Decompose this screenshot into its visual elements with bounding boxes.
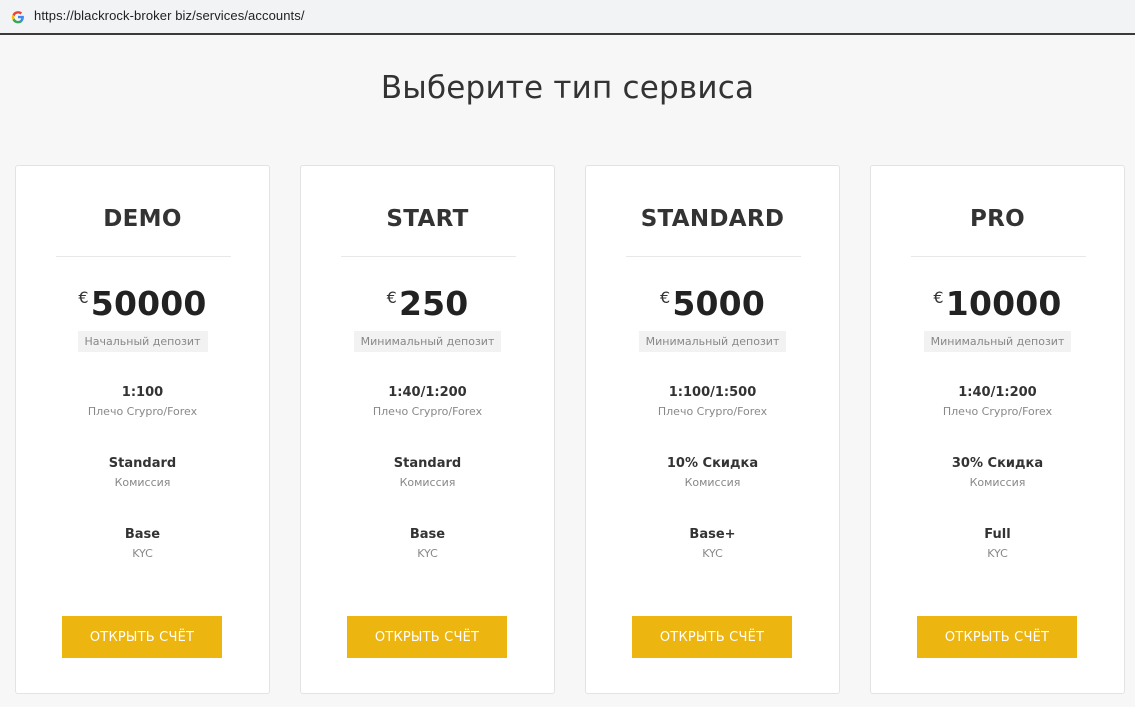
kyc-value: Base [124,527,161,542]
feature-commission: Standard Комиссия [16,456,269,490]
kyc-label: KYC [132,547,153,560]
kyc-value: Base [409,527,446,542]
feature-kyc: Full KYC [871,527,1124,561]
plan-card-start: START €250 Минимальный депозит 1:40/1:20… [300,165,555,694]
deposit-label: Минимальный депозит [353,331,502,352]
feature-kyc: Base KYC [301,527,554,561]
leverage-value: 1:40/1:200 [958,385,1037,400]
feature-kyc: Base+ KYC [586,527,839,561]
plan-card-demo: DEMO €50000 Начальный депозит 1:100 Плеч… [15,165,270,694]
feature-commission: Standard Комиссия [301,456,554,490]
euro-sign: € [933,288,944,307]
plan-name: START [386,206,469,232]
feature-commission: 30% Скидка Комиссия [871,456,1124,490]
divider [56,256,231,257]
price-amount: 50000 [90,284,207,323]
leverage-label: Плечо Crypro/Forex [657,405,768,418]
open-account-button[interactable]: ОТКРЫТЬ СЧЁТ [347,616,507,658]
commission-label: Комиссия [399,476,456,489]
leverage-label: Плечо Crypro/Forex [87,405,198,418]
divider [341,256,516,257]
plan-price: €50000 [16,284,269,323]
kyc-label: KYC [702,547,723,560]
euro-sign: € [386,288,397,307]
plan-name: DEMO [103,206,182,232]
plan-name: PRO [969,206,1026,232]
commission-label: Комиссия [114,476,171,489]
deposit-label: Минимальный депозит [923,331,1072,352]
kyc-label: KYC [987,547,1008,560]
plan-name: STANDARD [640,206,785,232]
feature-kyc: Base KYC [16,527,269,561]
commission-value: Standard [393,456,462,471]
feature-leverage: 1:100 Плечо Crypro/Forex [16,385,269,419]
deposit-label: Начальный депозит [77,331,208,352]
kyc-label: KYC [417,547,438,560]
leverage-label: Плечо Crypro/Forex [372,405,483,418]
browser-address-bar[interactable]: https://blackrock-broker biz/services/ac… [0,0,1135,35]
divider [626,256,801,257]
plan-card-pro: PRO €10000 Минимальный депозит 1:40/1:20… [870,165,1125,694]
plan-price: €10000 [871,284,1124,323]
commission-label: Комиссия [684,476,741,489]
open-account-button[interactable]: ОТКРЫТЬ СЧЁТ [917,616,1077,658]
price-amount: 250 [398,284,469,323]
commission-value: Standard [108,456,177,471]
kyc-value: Base+ [689,527,736,542]
commission-label: Комиссия [969,476,1026,489]
leverage-value: 1:100/1:500 [668,385,757,400]
page-title: Выберите тип сервиса [380,70,755,106]
feature-leverage: 1:100/1:500 Плечо Crypro/Forex [586,385,839,419]
feature-commission: 10% Скидка Комиссия [586,456,839,490]
open-account-button[interactable]: ОТКРЫТЬ СЧЁТ [62,616,222,658]
google-icon [11,9,25,23]
feature-leverage: 1:40/1:200 Плечо Crypro/Forex [871,385,1124,419]
deposit-label: Минимальный депозит [638,331,787,352]
plan-price: €5000 [586,284,839,323]
euro-sign: € [78,288,89,307]
leverage-value: 1:40/1:200 [388,385,467,400]
leverage-label: Плечо Crypro/Forex [942,405,1053,418]
open-account-button[interactable]: ОТКРЫТЬ СЧЁТ [632,616,792,658]
plan-card-standard: STANDARD €5000 Минимальный депозит 1:100… [585,165,840,694]
price-amount: 10000 [945,284,1062,323]
feature-leverage: 1:40/1:200 Плечо Crypro/Forex [301,385,554,419]
divider [911,256,1086,257]
kyc-value: Full [984,527,1011,542]
commission-value: 10% Скидка [666,456,759,471]
url-text[interactable]: https://blackrock-broker biz/services/ac… [34,8,305,23]
leverage-value: 1:100 [121,385,164,400]
commission-value: 30% Скидка [951,456,1044,471]
plan-price: €250 [301,284,554,323]
euro-sign: € [659,288,671,307]
price-amount: 5000 [672,284,766,323]
